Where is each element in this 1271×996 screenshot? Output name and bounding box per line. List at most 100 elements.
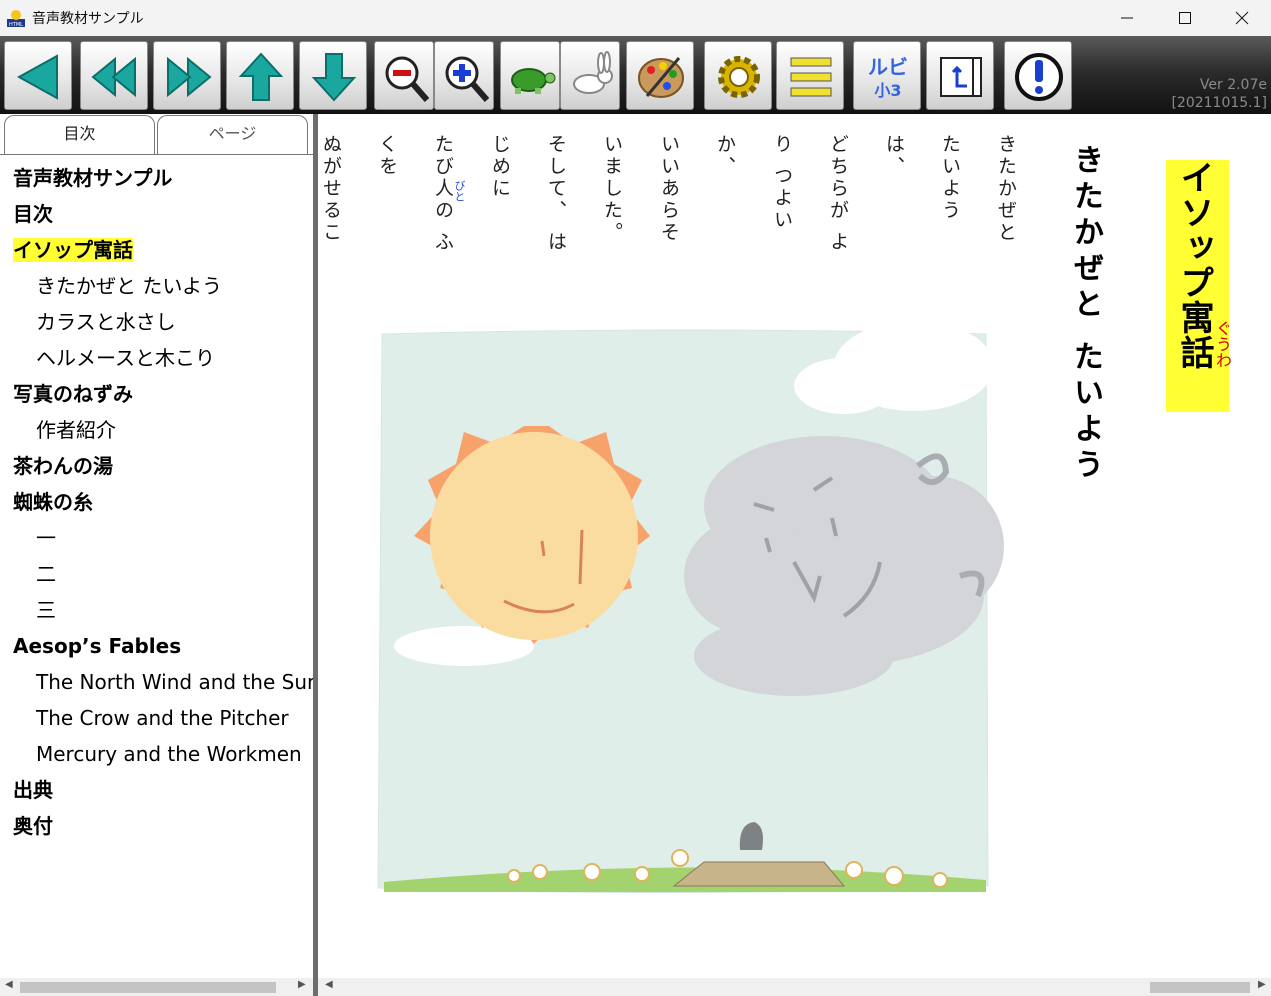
toc-item-label: Aesop’s Fables: [13, 634, 182, 658]
scroll-left-icon[interactable]: ◀: [325, 979, 333, 990]
slower-button[interactable]: [500, 41, 560, 110]
toc-item[interactable]: Mercury and the Workmen: [0, 736, 313, 772]
toc-item-label: 目次: [13, 202, 53, 226]
settings-button[interactable]: [704, 41, 772, 110]
toolbar: ルビ 小3 Ver 2.07e [20211015.1]: [0, 36, 1271, 114]
tab-pages[interactable]: ページ: [157, 115, 308, 155]
toc-item[interactable]: 一: [0, 520, 313, 556]
prev-page-button[interactable]: [4, 41, 72, 110]
toc-item-label: 奥付: [13, 814, 53, 838]
scroll-left-icon[interactable]: ◀: [5, 979, 13, 990]
build-label: [20211015.1]: [1171, 95, 1267, 111]
toc-item[interactable]: The North Wind and the Sun: [0, 664, 313, 700]
close-button[interactable]: [1214, 0, 1270, 36]
toc-item[interactable]: ヘルメースと木こり: [0, 340, 313, 376]
arrow-up-icon: [238, 52, 284, 101]
version-info: Ver 2.07e [20211015.1]: [1171, 76, 1267, 112]
book-title: イソップ寓話 ぐうわ: [1166, 160, 1232, 412]
book-title-ruby: ぐうわ: [1213, 320, 1232, 368]
text-column: いいあらそ: [658, 134, 680, 244]
text-column: くを: [376, 134, 398, 178]
menu-button[interactable]: [776, 41, 844, 110]
turtle-icon: [511, 68, 556, 94]
tab-divider: [0, 154, 313, 155]
toc-list: 音声教材サンプル 目次イソップ寓話 きたかぜと たいよう カラスと水さしヘルメースと木…: [0, 160, 313, 844]
menu-icon: [790, 57, 832, 97]
color-settings-button[interactable]: [626, 41, 694, 110]
scroll-right-icon[interactable]: ▶: [298, 979, 306, 990]
toc-item-label: 写真のねずみ: [13, 382, 133, 406]
gear-icon: [718, 56, 760, 98]
info-icon: [1015, 53, 1063, 101]
toc-item[interactable]: 目次: [0, 196, 313, 232]
ruby-label-top: ルビ: [868, 55, 908, 79]
toc-item-label: Mercury and the Workmen: [36, 742, 302, 766]
return-icon: [940, 57, 982, 97]
toc-item[interactable]: 写真のねずみ: [0, 376, 313, 412]
toc-item[interactable]: 三: [0, 592, 313, 628]
text-column: か、: [714, 134, 736, 178]
zoom-in-button[interactable]: [434, 41, 494, 110]
text-column: いました。: [601, 134, 623, 244]
svg-text:HTML: HTML: [9, 22, 23, 28]
content-scroll-thumb[interactable]: [1150, 982, 1250, 993]
toc-item[interactable]: きたかぜと たいよう: [0, 268, 313, 304]
tab-toc[interactable]: 目次: [4, 115, 155, 155]
toc-item-label: 蜘蛛の糸: [13, 490, 93, 514]
text-column: じめに: [489, 134, 511, 200]
minimize-button[interactable]: [1099, 0, 1155, 36]
text-column: きたかぜと: [995, 134, 1017, 244]
content-hscrollbar[interactable]: ◀ ▶: [318, 978, 1271, 996]
sidebar-scroll-thumb[interactable]: [20, 982, 276, 993]
return-button[interactable]: [926, 41, 994, 110]
page-content: きたかぜと たいよう は、 どちらが よ り つよい か、 いいあらそ いました。 そして、 は…: [318, 114, 1271, 978]
rabbit-icon: [573, 51, 613, 94]
toc-item[interactable]: 音声教材サンプル: [0, 160, 313, 196]
text-column: どちらが よ: [827, 134, 849, 254]
version-label: Ver 2.07e: [1199, 77, 1267, 93]
toc-item-label: 出典: [13, 778, 53, 802]
text-column: は、: [883, 134, 905, 178]
zoom-in-icon: [445, 56, 490, 102]
maximize-button[interactable]: [1157, 0, 1213, 36]
zoom-out-button[interactable]: [374, 41, 434, 110]
sidebar-hscrollbar[interactable]: ◀ ▶: [0, 978, 313, 996]
toc-item[interactable]: 出典: [0, 772, 313, 808]
toc-item-label: ヘルメースと木こり: [36, 346, 215, 370]
double-arrow-left-icon: [91, 56, 136, 98]
chapter-title: きたかぜと たいよう: [1068, 144, 1103, 485]
illustration-sun-and-wind: [377, 326, 1004, 894]
toc-item-label: 作者紹介: [36, 418, 116, 442]
prev-chapter-button[interactable]: [80, 41, 148, 110]
ruby-annotation: びと: [453, 180, 466, 202]
sidebar: 目次 ページ 音声教材サンプル 目次 イソップ寓話 きたかぜと たいよう カラスと水さし…: [0, 114, 313, 978]
toc-item-label: 一: [36, 526, 56, 550]
faster-button[interactable]: [560, 41, 620, 110]
next-button[interactable]: [299, 41, 367, 110]
window-title: 音声教材サンプル: [32, 11, 144, 27]
toc-item[interactable]: 蜘蛛の糸: [0, 484, 313, 520]
toc-item[interactable]: カラスと水さし: [0, 304, 313, 340]
info-button[interactable]: [1004, 41, 1072, 110]
text-column: たいよう: [939, 134, 961, 222]
toc-item[interactable]: 奥付: [0, 808, 313, 844]
text-column: り つよい: [771, 134, 793, 232]
toc-item[interactable]: Aesop’s Fables: [0, 628, 313, 664]
toc-item[interactable]: イソップ寓話: [0, 232, 313, 268]
zoom-out-icon: [385, 56, 430, 102]
toc-item[interactable]: 茶わんの湯: [0, 448, 313, 484]
next-chapter-button[interactable]: [153, 41, 221, 110]
arrow-left-icon: [16, 54, 58, 100]
toc-item[interactable]: The Crow and the Pitcher: [0, 700, 313, 736]
scroll-right-icon[interactable]: ▶: [1258, 979, 1266, 990]
ruby-button[interactable]: ルビ 小3: [853, 41, 921, 110]
previous-button[interactable]: [226, 41, 294, 110]
toc-item-label: 音声教材サンプル: [13, 166, 173, 190]
toc-item[interactable]: 二: [0, 556, 313, 592]
ruby-label-bottom: 小3: [874, 81, 901, 100]
toc-item-label: 三: [36, 598, 56, 622]
app-icon: HTML: [6, 8, 26, 28]
toc-item[interactable]: 作者紹介: [0, 412, 313, 448]
toc-item-label: The North Wind and the Sun: [36, 670, 313, 694]
palette-icon: [638, 57, 684, 98]
